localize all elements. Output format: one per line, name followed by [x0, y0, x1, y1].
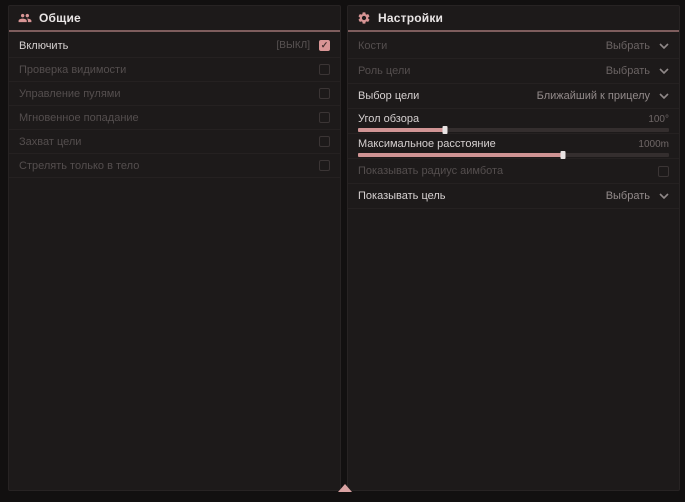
checkbox[interactable]: ✓ — [319, 112, 330, 123]
row-label: Проверка видимости — [19, 64, 126, 76]
dropdown-row: Показывать цель Выбрать — [348, 184, 679, 209]
dropdown-value: Выбрать — [606, 190, 650, 202]
panel-general-header: Общие — [9, 6, 340, 30]
toggle-row[interactable]: Включить [ВЫКЛ] ✓ — [9, 34, 340, 58]
row-label: Максимальное расстояние — [358, 138, 496, 150]
toggle-row[interactable]: Захват цели ✓ — [9, 130, 340, 154]
slider-row: Максимальное расстояние 1000m — [348, 134, 679, 159]
row-label: Показывать радиус аимбота — [358, 165, 503, 177]
slider-track[interactable] — [358, 128, 669, 132]
dropdown-row: Выбор цели Ближайший к прицелу — [348, 84, 679, 109]
row-label: Выбор цели — [358, 90, 419, 102]
chevron-down-icon — [659, 68, 669, 74]
chevron-down-icon — [659, 93, 669, 99]
general-rows: Включить [ВЫКЛ] ✓ Проверка видимости ✓ У… — [9, 32, 340, 178]
dropdown-value: Выбрать — [606, 65, 650, 77]
toggle-row[interactable]: Показывать радиус аимбота ✓ — [348, 159, 679, 184]
slider-handle[interactable] — [561, 151, 566, 159]
dropdown-row: Роль цели Выбрать — [348, 59, 679, 84]
expand-arrow-icon[interactable] — [338, 484, 352, 492]
chevron-down-icon — [659, 43, 669, 49]
row-label: Показывать цель — [358, 190, 446, 202]
slider-fill — [358, 153, 563, 157]
row-state-text: [ВЫКЛ] — [277, 40, 310, 51]
panel-title: Общие — [39, 11, 81, 25]
slider-row: Угол обзора 100° — [348, 109, 679, 134]
checkmark-icon: ✓ — [321, 41, 329, 50]
slider-value: 1000m — [638, 139, 669, 150]
row-label: Роль цели — [358, 65, 410, 77]
dropdown-control[interactable]: Ближайший к прицелу — [537, 90, 669, 102]
panel-general: Общие Включить [ВЫКЛ] ✓ Проверка видимос… — [8, 5, 341, 491]
panel-settings: Настройки Кости Выбрать Роль цели Выбрат… — [347, 5, 680, 491]
dropdown-row: Кости Выбрать — [348, 34, 679, 59]
checkbox[interactable]: ✓ — [319, 136, 330, 147]
gear-icon — [357, 11, 371, 25]
slider-track[interactable] — [358, 153, 669, 157]
slider-value: 100° — [648, 114, 669, 125]
slider-fill — [358, 128, 445, 132]
row-label: Угол обзора — [358, 113, 419, 125]
users-icon — [18, 11, 32, 25]
slider-handle[interactable] — [443, 126, 448, 134]
dropdown-control[interactable]: Выбрать — [606, 65, 669, 77]
checkbox[interactable]: ✓ — [319, 88, 330, 99]
checkbox[interactable]: ✓ — [319, 40, 330, 51]
row-label: Мгновенное попадание — [19, 112, 139, 124]
row-label: Захват цели — [19, 136, 81, 148]
toggle-row[interactable]: Стрелять только в тело ✓ — [9, 154, 340, 178]
dropdown-value: Ближайший к прицелу — [537, 90, 650, 102]
checkbox[interactable]: ✓ — [658, 166, 669, 177]
row-label: Стрелять только в тело — [19, 160, 139, 172]
dropdown-control[interactable]: Выбрать — [606, 40, 669, 52]
toggle-row[interactable]: Мгновенное попадание ✓ — [9, 106, 340, 130]
dropdown-control[interactable]: Выбрать — [606, 190, 669, 202]
dropdown-value: Выбрать — [606, 40, 650, 52]
panel-title: Настройки — [378, 11, 443, 25]
toggle-row[interactable]: Управление пулями ✓ — [9, 82, 340, 106]
settings-rows: Кости Выбрать Роль цели Выбрать Выбор це… — [348, 32, 679, 209]
row-label: Управление пулями — [19, 88, 121, 100]
toggle-row[interactable]: Проверка видимости ✓ — [9, 58, 340, 82]
panel-settings-header: Настройки — [348, 6, 679, 30]
checkbox[interactable]: ✓ — [319, 64, 330, 75]
chevron-down-icon — [659, 193, 669, 199]
row-label: Включить — [19, 40, 68, 52]
checkbox[interactable]: ✓ — [319, 160, 330, 171]
row-label: Кости — [358, 40, 387, 52]
